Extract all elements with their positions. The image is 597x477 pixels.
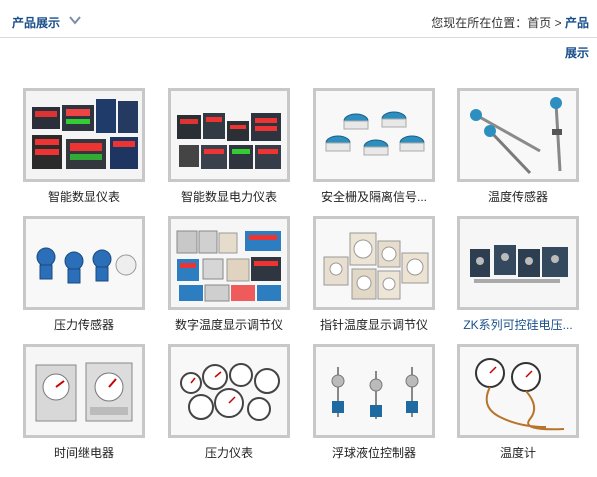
product-name[interactable]: ZK系列可控硅电压... (443, 316, 593, 333)
thyristor-regulator-icon (460, 219, 576, 307)
analog-temp-controller-icon (316, 219, 432, 307)
product-name[interactable]: 压力仪表 (154, 444, 304, 461)
product-thumbnail[interactable] (168, 344, 290, 438)
section-header: 产品展示 您现在所在位置：首页 > 产品 (0, 0, 597, 38)
product-name[interactable]: 智能数显电力仪表 (154, 188, 304, 205)
product-name[interactable]: 安全栅及隔离信号... (299, 188, 449, 205)
breadcrumb-prefix: 您现在所在位置： (431, 16, 528, 30)
breadcrumb-current[interactable]: 产品 (565, 16, 589, 30)
digital-temp-controller-icon (171, 219, 287, 307)
float-level-switch-icon (316, 347, 432, 435)
product-thumbnail[interactable] (457, 344, 579, 438)
thermocouple-probe-icon (460, 91, 576, 179)
product-thumbnail[interactable] (168, 216, 290, 310)
power-meter-panel-icon (171, 91, 287, 179)
product-thumbnail[interactable] (313, 344, 435, 438)
digital-meter-panel-icon (26, 91, 142, 179)
product-thumbnail[interactable] (23, 216, 145, 310)
pressure-gauge-icon (171, 347, 287, 435)
product-thumbnail[interactable] (23, 88, 145, 182)
isolation-module-icon (316, 91, 432, 179)
breadcrumb-continuation[interactable]: 展示 (565, 44, 589, 61)
product-name[interactable]: 浮球液位控制器 (299, 444, 449, 461)
product-name[interactable]: 压力传感器 (9, 316, 159, 333)
time-relay-icon (26, 347, 142, 435)
breadcrumb: 您现在所在位置：首页 > 产品 (431, 14, 589, 31)
product-name[interactable]: 数字温度显示调节仪 (154, 316, 304, 333)
chevron-down-icon[interactable] (68, 13, 82, 27)
pressure-transmitter-icon (26, 219, 142, 307)
product-thumbnail[interactable] (457, 216, 579, 310)
product-name[interactable]: 温度传感器 (443, 188, 593, 205)
product-thumbnail[interactable] (23, 344, 145, 438)
product-thumbnail[interactable] (168, 88, 290, 182)
breadcrumb-separator: > (554, 16, 562, 30)
product-thumbnail[interactable] (313, 88, 435, 182)
section-title: 产品展示 (12, 16, 61, 30)
product-name[interactable]: 智能数显仪表 (9, 188, 159, 205)
product-name[interactable]: 指针温度显示调节仪 (299, 316, 449, 333)
product-thumbnail[interactable] (313, 216, 435, 310)
thermometer-dial-icon (460, 347, 576, 435)
product-thumbnail[interactable] (457, 88, 579, 182)
breadcrumb-home-link[interactable]: 首页 (527, 16, 551, 30)
product-name[interactable]: 时间继电器 (9, 444, 159, 461)
product-name[interactable]: 温度计 (443, 444, 593, 461)
